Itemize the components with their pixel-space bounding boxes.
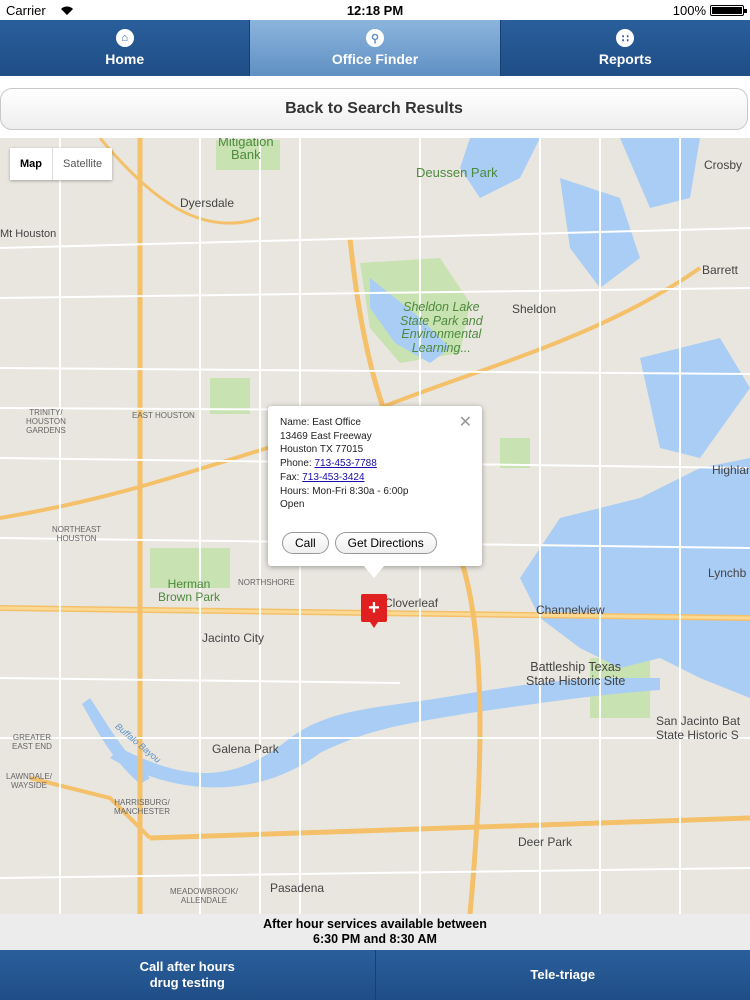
- label-mt-houston: Mt Houston: [0, 228, 57, 240]
- call-after-hours-label: Call after hours drug testing: [139, 959, 235, 990]
- label-san-jacinto: San Jacinto Bat State Historic S: [656, 714, 741, 742]
- label-deer-park: Deer Park: [518, 835, 573, 849]
- label-galena-park: Galena Park: [212, 742, 279, 756]
- label-lynchburg: Lynchb: [708, 566, 747, 580]
- label-lawndale-wayside: LAWNDALE/ WAYSIDE: [6, 772, 52, 790]
- label-northshore: NORTHSHORE: [238, 578, 295, 587]
- tab-reports-label: Reports: [598, 51, 652, 67]
- label-pasadena: Pasadena: [270, 881, 325, 895]
- medical-marker-icon[interactable]: +: [361, 594, 387, 628]
- label-harrisburg-manchester: HARRISBURG/ MANCHESTER: [114, 798, 171, 816]
- label-highlands: Highlan: [712, 463, 750, 477]
- notice-line1: After hour services available between: [263, 917, 487, 931]
- label-channelview: Channelview: [536, 603, 605, 617]
- phone-link[interactable]: 713-453-7788: [314, 458, 376, 469]
- fax-label: Fax:: [280, 471, 303, 483]
- notice-line2: 6:30 PM and 8:30 AM: [313, 932, 437, 946]
- label-dyersdale: Dyersdale: [180, 196, 235, 210]
- label-sheldon-lake: Sheldon Lake State Park and Environmenta…: [400, 300, 483, 355]
- label-herman-brown-park: Herman Brown Park: [158, 577, 221, 604]
- popup-actions: Call Get Directions: [282, 532, 437, 554]
- bottom-action-bar: Call after hours drug testing Tele-triag…: [0, 950, 750, 1000]
- home-icon: ⌂: [115, 29, 134, 47]
- battery-percent: 100%: [672, 3, 706, 18]
- battery-icon: [710, 5, 747, 16]
- office-name: Name: East Office: [280, 417, 361, 428]
- label-northeast-houston: NORTHEAST HOUSTON: [52, 525, 102, 543]
- label-cloverleaf: Cloverleaf: [384, 596, 439, 610]
- label-east-houston: EAST HOUSTON: [132, 411, 195, 420]
- office-address-line1: 13469 East Freeway: [280, 430, 372, 442]
- label-barrett: Barrett: [702, 263, 739, 277]
- label-jacinto-city: Jacinto City: [202, 631, 265, 645]
- status-bar: Carrier 12:18 PM 100%: [0, 0, 750, 20]
- label-crosby: Crosby: [704, 158, 743, 172]
- map-type-map-button[interactable]: Map: [10, 148, 53, 180]
- tab-home[interactable]: ⌂ Home: [0, 20, 251, 76]
- label-meadowbrook: MEADOWBROOK/ ALLENDALE: [170, 887, 239, 905]
- back-to-search-results-button[interactable]: Back to Search Results: [0, 88, 748, 130]
- after-hours-notice: After hour services available between 6:…: [0, 914, 750, 950]
- close-icon[interactable]: ✕: [459, 412, 472, 432]
- office-address-line2: Houston TX 77015: [280, 444, 364, 456]
- search-icon: ⚲: [365, 29, 384, 47]
- tab-reports[interactable]: ∷ Reports: [501, 20, 750, 76]
- office-fax: Fax: 713-453-3424: [280, 471, 470, 485]
- label-greater-east-end: GREATER EAST END: [12, 733, 52, 751]
- label-trinity-houston-gardens: TRINITY/ HOUSTON GARDENS: [26, 408, 66, 435]
- label-battleship-texas: Battleship Texas State Historic Site: [526, 660, 626, 688]
- fax-link[interactable]: 713-453-3424: [302, 472, 364, 483]
- clock: 12:18 PM: [346, 3, 404, 18]
- label-mitigation-bank: Mitigation Bank: [218, 138, 274, 162]
- tele-triage-button[interactable]: Tele-triage: [376, 950, 750, 1000]
- office-status: Open: [280, 499, 305, 511]
- tab-office-finder[interactable]: ⚲ Office Finder: [250, 20, 501, 76]
- tab-office-finder-label: Office Finder: [331, 51, 419, 67]
- map-type-satellite-button[interactable]: Satellite: [53, 148, 112, 180]
- call-button[interactable]: Call: [282, 532, 329, 554]
- map-view[interactable]: Mitigation Bank Deussen Park Crosby Dyer…: [0, 138, 750, 914]
- grid-icon: ∷: [616, 29, 635, 47]
- phone-label: Phone:: [280, 458, 315, 470]
- tele-triage-label: Tele-triage: [530, 967, 596, 982]
- map-type-control: Map Satellite: [10, 148, 113, 180]
- label-deussen-park: Deussen Park: [416, 165, 498, 180]
- office-info-popup: ✕ Name: East Office 13469 East Freeway H…: [268, 406, 482, 578]
- tab-home-label: Home: [105, 51, 145, 67]
- office-hours: Hours: Mon-Fri 8:30a - 6:00p: [280, 485, 409, 497]
- popup-tail: [364, 566, 384, 578]
- top-tab-bar: ⌂ Home ⚲ Office Finder ∷ Reports: [0, 20, 750, 76]
- label-sheldon: Sheldon: [512, 302, 557, 316]
- office-phone: Phone: 713-453-7788: [280, 457, 470, 471]
- get-directions-button[interactable]: Get Directions: [334, 532, 437, 554]
- call-after-hours-button[interactable]: Call after hours drug testing: [0, 950, 376, 1000]
